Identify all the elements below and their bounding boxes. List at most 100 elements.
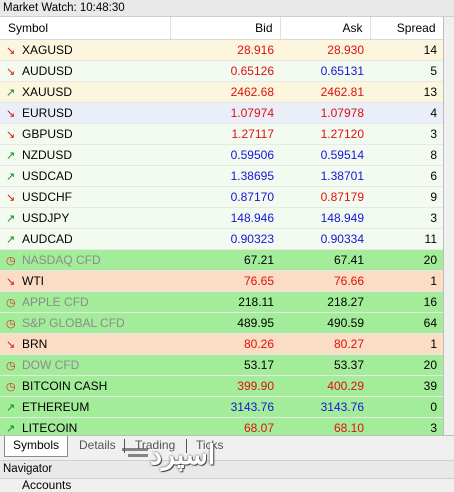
navigator-item-label: Accounts <box>22 478 72 492</box>
symbol-name: GBPUSD <box>22 127 73 141</box>
ask-cell: 67.41 <box>280 249 370 271</box>
tab-symbols[interactable]: Symbols <box>4 436 69 457</box>
table-row[interactable]: ↗ USDCAD 1.38695 1.38701 6 <box>0 165 443 187</box>
symbol-name: DOW CFD <box>22 358 80 372</box>
clock-icon: ◷ <box>6 297 16 309</box>
ask-cell: 490.59 <box>280 312 370 334</box>
ask-cell: 218.27 <box>280 291 370 313</box>
symbol-cell: ↗ USDCAD <box>0 165 170 187</box>
ask-cell: 0.90334 <box>280 228 370 250</box>
arrow-up-icon: ↗ <box>6 423 16 435</box>
symbol-cell: ↘ WTI <box>0 270 170 292</box>
tab-separator <box>124 439 125 453</box>
spread-cell: 64 <box>370 312 443 334</box>
arrow-up-icon: ↗ <box>6 213 16 225</box>
ask-cell: 3143.76 <box>280 396 370 418</box>
symbol-cell: ◷ S&P GLOBAL CFD <box>0 312 170 334</box>
spread-cell: 9 <box>370 186 443 208</box>
table-row[interactable]: ◷ S&P GLOBAL CFD 489.95 490.59 64 <box>0 312 443 334</box>
table-row[interactable]: ◷ APPLE CFD 218.11 218.27 16 <box>0 291 443 313</box>
market-watch-table: Symbol Bid Ask Spread ↘ XAGUSD 28.916 28.93… <box>0 17 444 435</box>
navigator-titlebar: Navigator <box>0 460 454 479</box>
bid-cell: 28.916 <box>170 39 280 61</box>
spread-cell: 6 <box>370 165 443 187</box>
clock-icon: ◷ <box>6 381 16 393</box>
arrow-down-icon: ↘ <box>6 276 16 288</box>
table-row[interactable]: ↘ EURUSD 1.07974 1.07978 4 <box>0 102 443 124</box>
table-row[interactable]: ↘ AUDUSD 0.65126 0.65131 5 <box>0 60 443 82</box>
symbol-cell: ◷ NASDAQ CFD <box>0 249 170 271</box>
bid-cell: 218.11 <box>170 291 280 313</box>
arrow-down-icon: ↘ <box>6 129 16 141</box>
symbol-cell: ◷ APPLE CFD <box>0 291 170 313</box>
symbol-name: XAGUSD <box>22 43 73 57</box>
bid-cell: 0.90323 <box>170 228 280 250</box>
table-row[interactable]: ↗ XAUUSD 2462.68 2462.81 13 <box>0 81 443 103</box>
bid-cell: 1.27117 <box>170 123 280 145</box>
arrow-up-icon: ↗ <box>6 402 16 414</box>
column-header-spread[interactable]: Spread <box>370 17 443 40</box>
spread-cell: 14 <box>370 39 443 61</box>
bid-cell: 68.07 <box>170 417 280 435</box>
bid-cell: 399.90 <box>170 375 280 397</box>
column-header-symbol[interactable]: Symbol <box>0 17 171 40</box>
tab-details[interactable]: Details <box>79 436 116 456</box>
symbol-name: LITECOIN <box>22 421 78 435</box>
table-row[interactable]: ↘ GBPUSD 1.27117 1.27120 3 <box>0 123 443 145</box>
bid-cell: 67.21 <box>170 249 280 271</box>
column-header-bid[interactable]: Bid <box>170 17 281 40</box>
symbol-cell: ◷ BITCOIN CASH <box>0 375 170 397</box>
table-row[interactable]: ◷ NASDAQ CFD 67.21 67.41 20 <box>0 249 443 271</box>
table-row[interactable]: ↗ USDJPY 148.946 148.949 3 <box>0 207 443 229</box>
ask-cell: 148.949 <box>280 207 370 229</box>
arrow-down-icon: ↘ <box>6 66 16 78</box>
table-row[interactable]: ◷ BITCOIN CASH 399.90 400.29 39 <box>0 375 443 397</box>
ask-cell: 0.59514 <box>280 144 370 166</box>
ask-cell: 76.66 <box>280 270 370 292</box>
table-row[interactable]: ↗ NZDUSD 0.59506 0.59514 8 <box>0 144 443 166</box>
bid-cell: 80.26 <box>170 333 280 355</box>
table-row[interactable]: ↘ USDCHF 0.87170 0.87179 9 <box>0 186 443 208</box>
ask-cell: 0.87179 <box>280 186 370 208</box>
symbol-cell: ↘ GBPUSD <box>0 123 170 145</box>
arrow-up-icon: ↗ <box>6 171 16 183</box>
ask-cell: 28.930 <box>280 39 370 61</box>
spread-cell: 0 <box>370 396 443 418</box>
symbol-cell: ↘ USDCHF <box>0 186 170 208</box>
table-row[interactable]: ↗ LITECOIN 68.07 68.10 3 <box>0 417 443 435</box>
symbol-name: ETHEREUM <box>22 400 90 414</box>
navigator-item-accounts[interactable]: Accounts <box>22 478 71 492</box>
arrow-up-icon: ↗ <box>6 150 16 162</box>
ask-cell: 0.65131 <box>280 60 370 82</box>
spread-cell: 13 <box>370 81 443 103</box>
ask-cell: 80.27 <box>280 333 370 355</box>
table-row[interactable]: ↗ ETHEREUM 3143.76 3143.76 0 <box>0 396 443 418</box>
spread-cell: 16 <box>370 291 443 313</box>
ask-cell: 53.37 <box>280 354 370 376</box>
watermark-text: اسپرد <box>150 440 216 470</box>
table-row[interactable]: ↘ WTI 76.65 76.66 1 <box>0 270 443 292</box>
symbol-name: AUDCAD <box>22 232 73 246</box>
table-row[interactable]: ↘ XAGUSD 28.916 28.930 14 <box>0 39 443 61</box>
symbol-name: BRN <box>22 337 48 351</box>
clock-icon: ◷ <box>6 318 16 330</box>
symbol-cell: ↘ BRN <box>0 333 170 355</box>
bid-cell: 2462.68 <box>170 81 280 103</box>
symbol-name: NZDUSD <box>22 148 72 162</box>
bid-cell: 53.17 <box>170 354 280 376</box>
ask-cell: 2462.81 <box>280 81 370 103</box>
spread-cell: 8 <box>370 144 443 166</box>
bid-cell: 0.87170 <box>170 186 280 208</box>
arrow-down-icon: ↘ <box>6 192 16 204</box>
spread-cell: 3 <box>370 207 443 229</box>
symbol-name: BITCOIN CASH <box>22 379 108 393</box>
table-row[interactable]: ↗ AUDCAD 0.90323 0.90334 11 <box>0 228 443 250</box>
market-watch-titlebar: Market Watch: 10:48:30 <box>0 0 454 17</box>
symbol-cell: ↗ LITECOIN <box>0 417 170 435</box>
spread-cell: 1 <box>370 333 443 355</box>
symbol-name: NASDAQ CFD <box>22 253 101 267</box>
table-row[interactable]: ↘ BRN 80.26 80.27 1 <box>0 333 443 355</box>
table-row[interactable]: ◷ DOW CFD 53.17 53.37 20 <box>0 354 443 376</box>
column-header-ask[interactable]: Ask <box>280 17 371 40</box>
vertical-scrollbar[interactable] <box>444 17 454 435</box>
